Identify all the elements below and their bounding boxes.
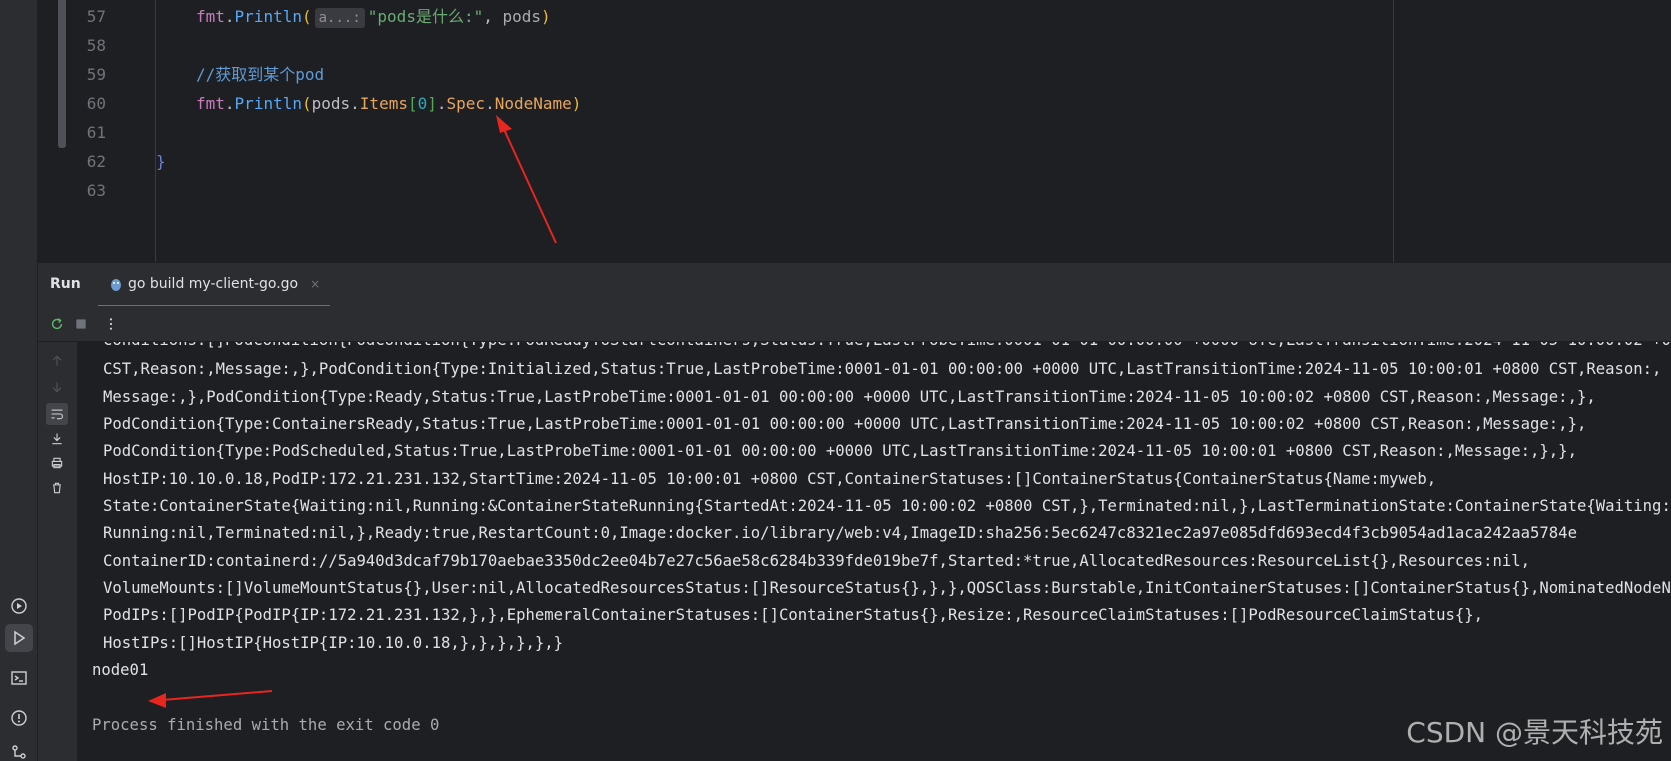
console-line: ContainerID:containerd://5a940d3dcaf79b1… [103,552,1531,570]
run-tab-go-build[interactable]: go build my-client-go.go × [98,263,331,307]
console-line: Running:nil,Terminated:nil,},Ready:true,… [103,524,1577,542]
token-dot: . [485,94,495,113]
token-paren: ) [541,7,551,26]
right-margin-guide [1393,0,1394,262]
stop-icon[interactable] [72,315,90,333]
console-line: conditions:[]PodCondition{PodCondition{T… [103,342,1671,355]
code-line-59: //获取到某个pod [196,60,324,89]
token-function: Println [234,94,302,113]
parameter-hint: a...: [314,8,365,28]
token-comment: //获取到某个pod [196,65,325,84]
token-bracket: ] [427,94,437,113]
token-package: fmt [196,7,225,26]
print-icon[interactable] [48,454,66,472]
token-string: "pods是什么:" [367,7,484,26]
line-number-gutter: 57 58 59 60 61 62 63 [66,0,106,262]
left-tool-strip [0,0,38,761]
token-variable: pods [311,94,351,113]
token-field: Items [359,94,408,113]
watermark: CSDN @景天科技苑 [1406,716,1663,749]
console-line: CST,Reason:,Message:,},PodCondition{Type… [103,360,1662,378]
code-area[interactable]: fmt.Println(a...: "pods是什么:", pods) //获取到… [118,0,1318,262]
code-line-62: } [156,147,166,176]
soft-wrap-icon[interactable] [46,403,68,425]
token-paren: ( [301,94,312,113]
line-number: 63 [86,181,106,200]
token-dot: . [224,7,235,26]
token-paren: ) [571,94,582,113]
problems-icon[interactable] [5,704,33,732]
rerun-icon[interactable] [48,315,66,333]
code-line-57: fmt.Println(a...: "pods是什么:", pods) [196,2,551,31]
gopher-icon [111,279,121,291]
run-toolbar [38,306,1671,342]
console-line: HostIPs:[]HostIP{HostIP{IP:10.10.0.18,},… [103,634,564,652]
console-line: State:ContainerState{Waiting:nil,Running… [103,497,1671,515]
token-field: NodeName [494,94,572,113]
console-line: HostIP:10.10.0.18,PodIP:172.21.231.132,S… [103,470,1437,488]
token-dot: . [436,94,447,113]
services-icon[interactable] [5,592,33,620]
terminal-icon[interactable] [5,664,33,692]
token-field: Spec [446,94,486,113]
run-tool-window-header: Run go build my-client-go.go × [38,262,1671,307]
scroll-to-end-icon[interactable] [48,430,66,448]
console-output[interactable]: conditions:[]PodCondition{PodCondition{T… [77,342,1671,761]
clear-icon[interactable] [48,479,66,497]
line-number: 58 [86,36,106,55]
token-paren: ( [301,7,312,26]
token-dot: . [350,94,360,113]
editor-scrollbar[interactable] [58,0,66,148]
console-side-toolbar [38,342,77,761]
code-line-60: fmt.Println(pods.Items[0].Spec.NodeName) [196,89,581,118]
token-brace: } [156,152,166,171]
console-output-value: node01 [92,661,149,679]
token-variable: pods [502,7,542,26]
line-number: 60 [86,94,106,113]
console-line: PodCondition{Type:PodScheduled,Status:Tr… [103,442,1577,460]
line-number: 57 [86,7,106,26]
run-tab-label: go build my-client-go.go [128,276,299,292]
token-number: 0 [417,94,428,113]
token-dot: . [224,94,235,113]
run-icon[interactable] [5,624,33,652]
line-number: 61 [86,123,106,142]
close-icon[interactable]: × [310,277,320,291]
more-icon[interactable] [102,315,120,333]
token-bracket: [ [407,94,418,113]
token-function: Println [234,7,302,26]
line-number: 59 [86,65,106,84]
token-package: fmt [196,94,225,113]
token-comma: , [483,7,503,26]
console-line: Message:,},PodCondition{Type:Ready,Statu… [103,388,1596,406]
process-finished-message: Process finished with the exit code 0 [92,716,440,734]
console-line: PodIPs:[]PodIP{PodIP{IP:172.21.231.132,}… [103,606,1484,624]
code-editor[interactable]: 57 58 59 60 61 62 63 fmt.Println(a...: "p… [38,0,1671,262]
line-number: 62 [86,152,106,171]
down-icon[interactable] [48,378,66,396]
console-line: PodCondition{Type:ContainersReady,Status… [103,415,1587,433]
up-icon[interactable] [48,352,66,370]
console-line: VolumeMounts:[]VolumeMountStatus{},User:… [103,579,1671,597]
git-icon[interactable] [5,738,33,761]
run-panel-title: Run [50,276,81,292]
